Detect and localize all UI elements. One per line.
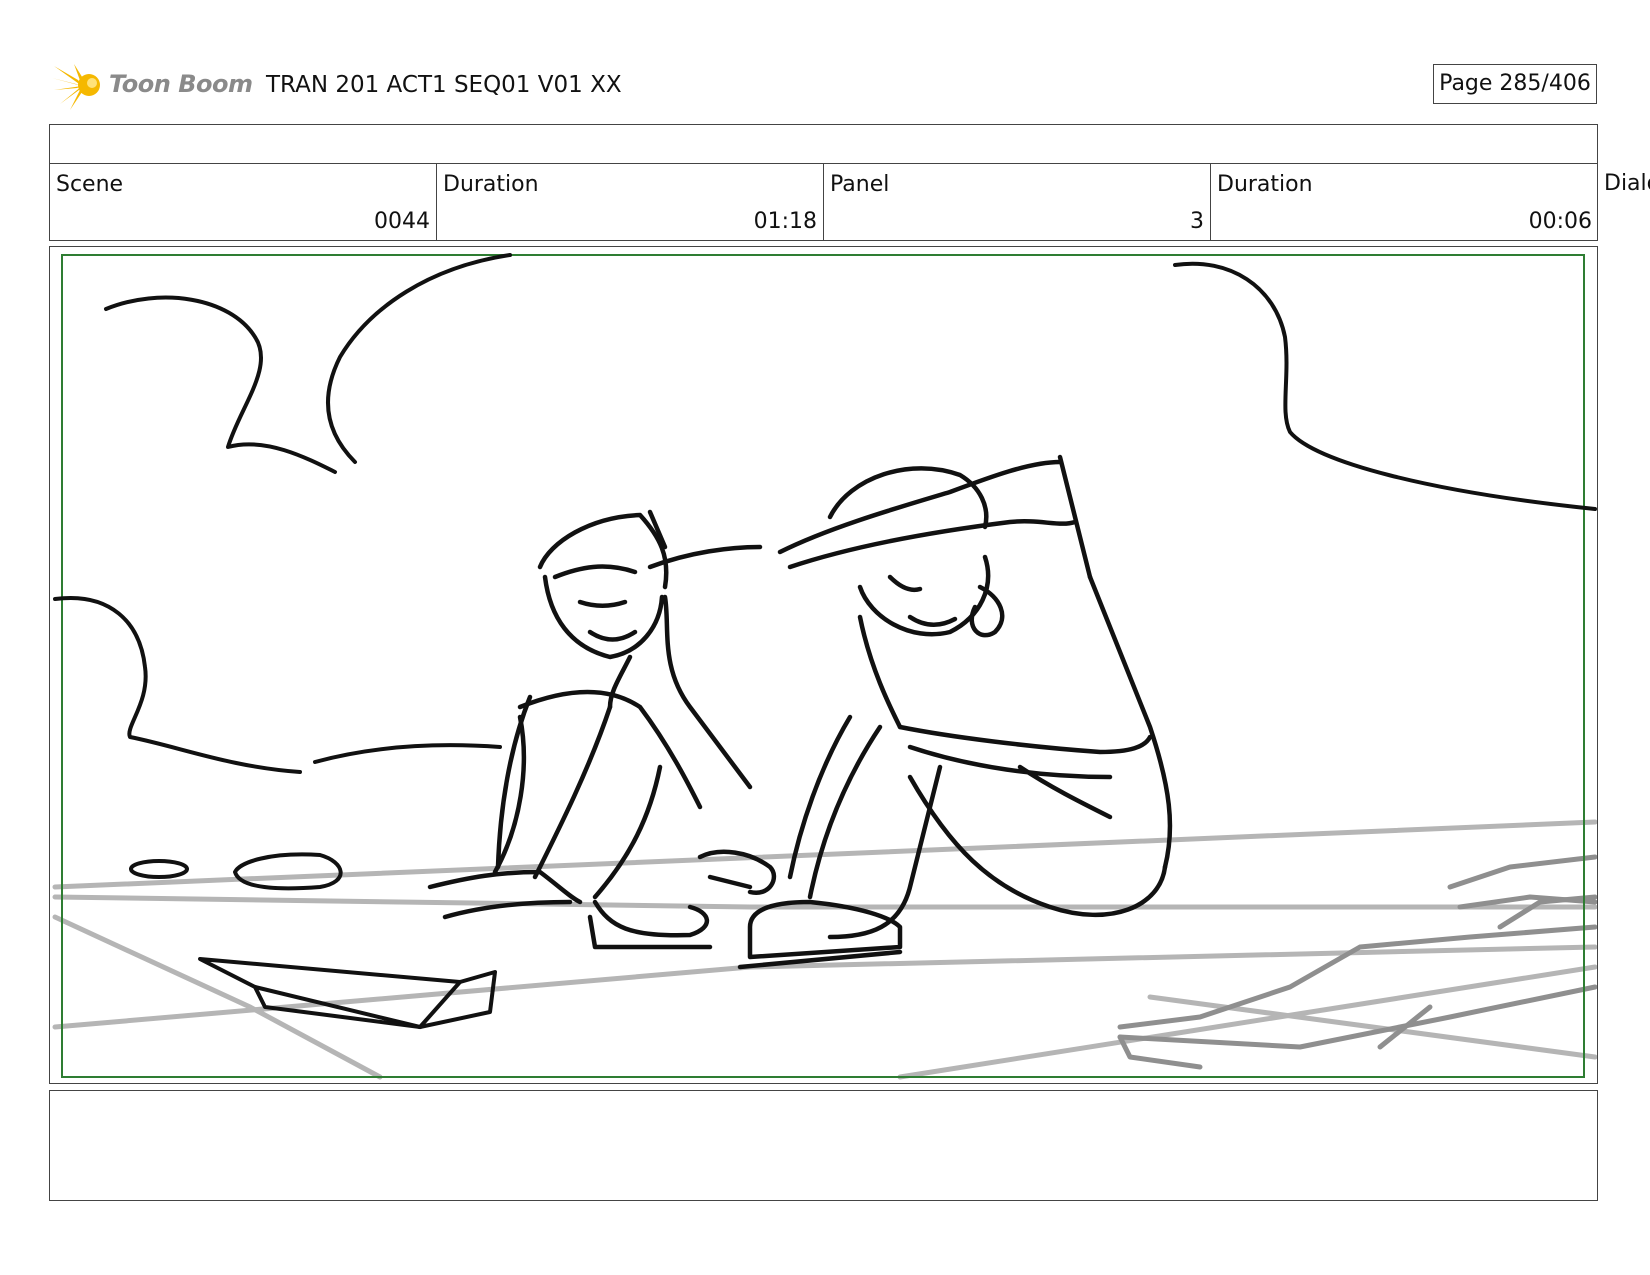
panel-duration-cell: Duration 00:06 — [1211, 164, 1598, 240]
dialog-label: Dialog — [1604, 171, 1650, 196]
storyboard-sketch — [52, 253, 1597, 1080]
toon-boom-logo: Toon Boom — [52, 58, 253, 114]
notes-box — [49, 1090, 1598, 1201]
panel-cell: Panel 3 — [824, 164, 1211, 240]
logo-star-icon — [52, 64, 100, 110]
scene-duration-cell: Duration 01:18 — [437, 164, 824, 240]
storyboard-panel — [49, 246, 1598, 1084]
scene-cell: Scene 0044 — [50, 164, 437, 240]
scene-duration-label: Duration — [443, 172, 539, 197]
scene-label: Scene — [56, 172, 124, 197]
scene-info-row: Scene 0044 Duration 01:18 Panel 3 Durati… — [49, 163, 1598, 241]
header-empty-row — [49, 124, 1598, 164]
page-indicator: Page 285/406 — [1433, 64, 1597, 104]
scene-duration-value: 01:18 — [753, 209, 817, 234]
document-title: TRAN 201 ACT1 SEQ01 V01 XX — [266, 72, 622, 98]
scene-value: 0044 — [374, 209, 430, 234]
panel-label: Panel — [830, 172, 890, 197]
panel-duration-value: 00:06 — [1528, 209, 1592, 234]
logo-text: Toon Boom — [109, 70, 253, 98]
panel-value: 3 — [1190, 209, 1204, 234]
panel-duration-label: Duration — [1217, 172, 1313, 197]
